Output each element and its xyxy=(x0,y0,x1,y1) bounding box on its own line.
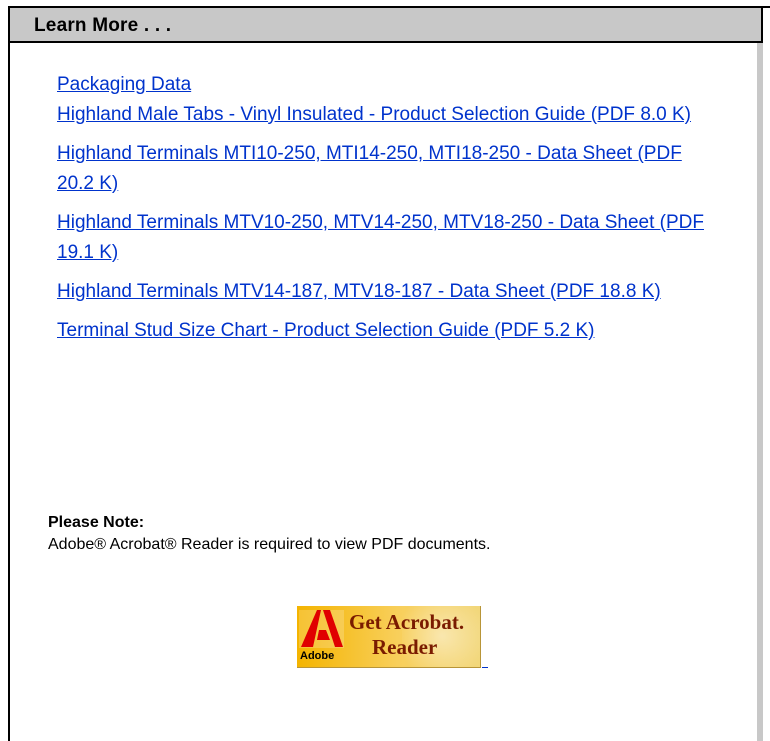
adobe-wordmark: Adobe xyxy=(300,650,335,662)
panel-side-shadow xyxy=(757,43,763,741)
panel-header: Learn More . . . xyxy=(10,6,763,43)
reader-text: Reader xyxy=(372,635,438,659)
acrobat-badge: Adobe Get Acrobat. Reader xyxy=(297,606,481,668)
link-mtv187-data-sheet[interactable]: Highland Terminals MTV14-187, MTV18-187 … xyxy=(57,277,717,307)
link-mti-data-sheet[interactable]: Highland Terminals MTI10-250, MTI14-250,… xyxy=(57,139,717,199)
get-acrobat-text: Get Acrobat. xyxy=(349,610,465,634)
please-note: Please Note: Adobe® Acrobat® Reader is r… xyxy=(48,514,738,556)
link-male-tabs-guide[interactable]: Highland Male Tabs - Vinyl Insulated - P… xyxy=(57,100,717,130)
note-title: Please Note: xyxy=(48,514,145,531)
badge-link-underline xyxy=(482,667,488,668)
link-packaging-data[interactable]: Packaging Data xyxy=(57,70,717,100)
panel-title: Learn More . . . xyxy=(34,15,172,36)
note-text: Adobe® Acrobat® Reader is required to vi… xyxy=(48,536,491,553)
adobe-logo-icon xyxy=(299,610,344,648)
get-acrobat-reader-button[interactable]: Adobe Get Acrobat. Reader xyxy=(297,606,488,668)
learn-more-links: Packaging Data Highland Male Tabs - Viny… xyxy=(57,70,717,355)
top-rule xyxy=(762,6,770,8)
link-stud-size-chart[interactable]: Terminal Stud Size Chart - Product Selec… xyxy=(57,316,717,346)
link-mtv250-data-sheet[interactable]: Highland Terminals MTV10-250, MTV14-250,… xyxy=(57,208,717,268)
